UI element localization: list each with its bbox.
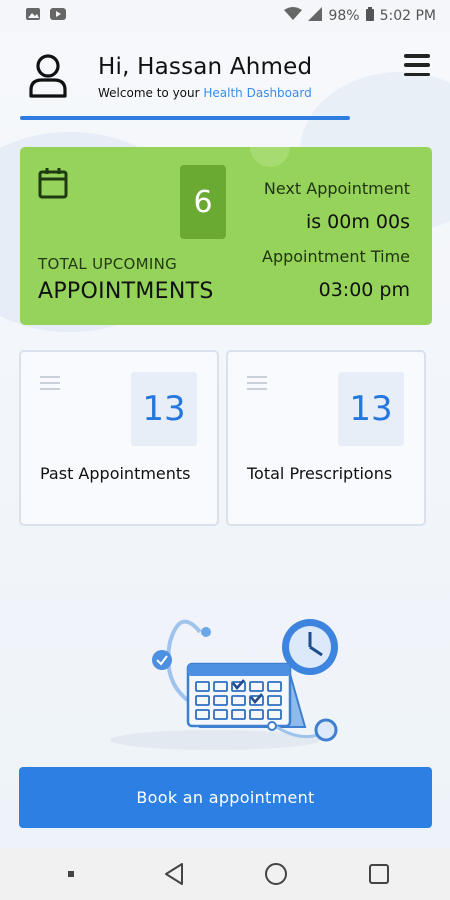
welcome-prefix: Welcome to your xyxy=(98,86,204,100)
welcome-text: Welcome to your Health Dashboard xyxy=(98,86,312,100)
total-prescriptions-label: Total Prescriptions xyxy=(247,464,393,483)
gallery-icon xyxy=(26,8,40,24)
upcoming-appointments-card[interactable]: 6 TOTAL UPCOMING APPOINTMENTS Next Appoi… xyxy=(20,147,432,325)
app-screen: Hi, Hassan Ahmed Welcome to your Health … xyxy=(0,32,450,848)
battery-percent: 98% xyxy=(328,8,360,24)
back-icon[interactable] xyxy=(154,854,194,894)
total-prescriptions-count: 13 xyxy=(338,372,404,446)
appointment-time-label: Appointment Time xyxy=(262,247,410,266)
signal-icon xyxy=(308,7,323,25)
total-prescriptions-card[interactable]: 13 Total Prescriptions xyxy=(226,350,426,526)
user-icon[interactable] xyxy=(28,54,68,98)
header-underline xyxy=(20,116,350,120)
overview-icon[interactable] xyxy=(359,854,399,894)
clock: 5:02 PM xyxy=(379,8,436,24)
status-bar: 98% 5:02 PM xyxy=(0,0,450,32)
list-icon xyxy=(40,376,60,390)
hamburger-menu-icon[interactable] xyxy=(404,54,430,76)
calendar-icon xyxy=(38,167,68,203)
past-appointments-count: 13 xyxy=(131,372,197,446)
youtube-icon xyxy=(50,8,66,24)
home-icon[interactable] xyxy=(256,854,296,894)
upcoming-count: 6 xyxy=(180,165,226,239)
system-nav-bar xyxy=(0,848,450,900)
list-icon xyxy=(247,376,267,390)
upcoming-subtitle: TOTAL UPCOMING xyxy=(38,255,178,273)
dashboard-link-text: Health Dashboard xyxy=(203,86,312,100)
greeting-title: Hi, Hassan Ahmed xyxy=(98,54,313,80)
header: Hi, Hassan Ahmed Welcome to your Health … xyxy=(20,50,430,120)
recents-dot-icon[interactable] xyxy=(51,854,91,894)
wifi-icon xyxy=(284,7,303,25)
upcoming-title: APPOINTMENTS xyxy=(38,279,214,304)
appointment-time-value: 03:00 pm xyxy=(318,279,410,301)
battery-icon xyxy=(365,7,374,25)
next-appointment-countdown: is 00m 00s xyxy=(305,211,410,233)
calendar-stethoscope-illustration xyxy=(100,612,350,752)
past-appointments-label: Past Appointments xyxy=(40,464,191,483)
card-decoration xyxy=(250,147,290,167)
book-appointment-button[interactable]: Book an appointment xyxy=(19,767,432,828)
past-appointments-card[interactable]: 13 Past Appointments xyxy=(19,350,219,526)
next-appointment-label: Next Appointment xyxy=(263,179,410,198)
